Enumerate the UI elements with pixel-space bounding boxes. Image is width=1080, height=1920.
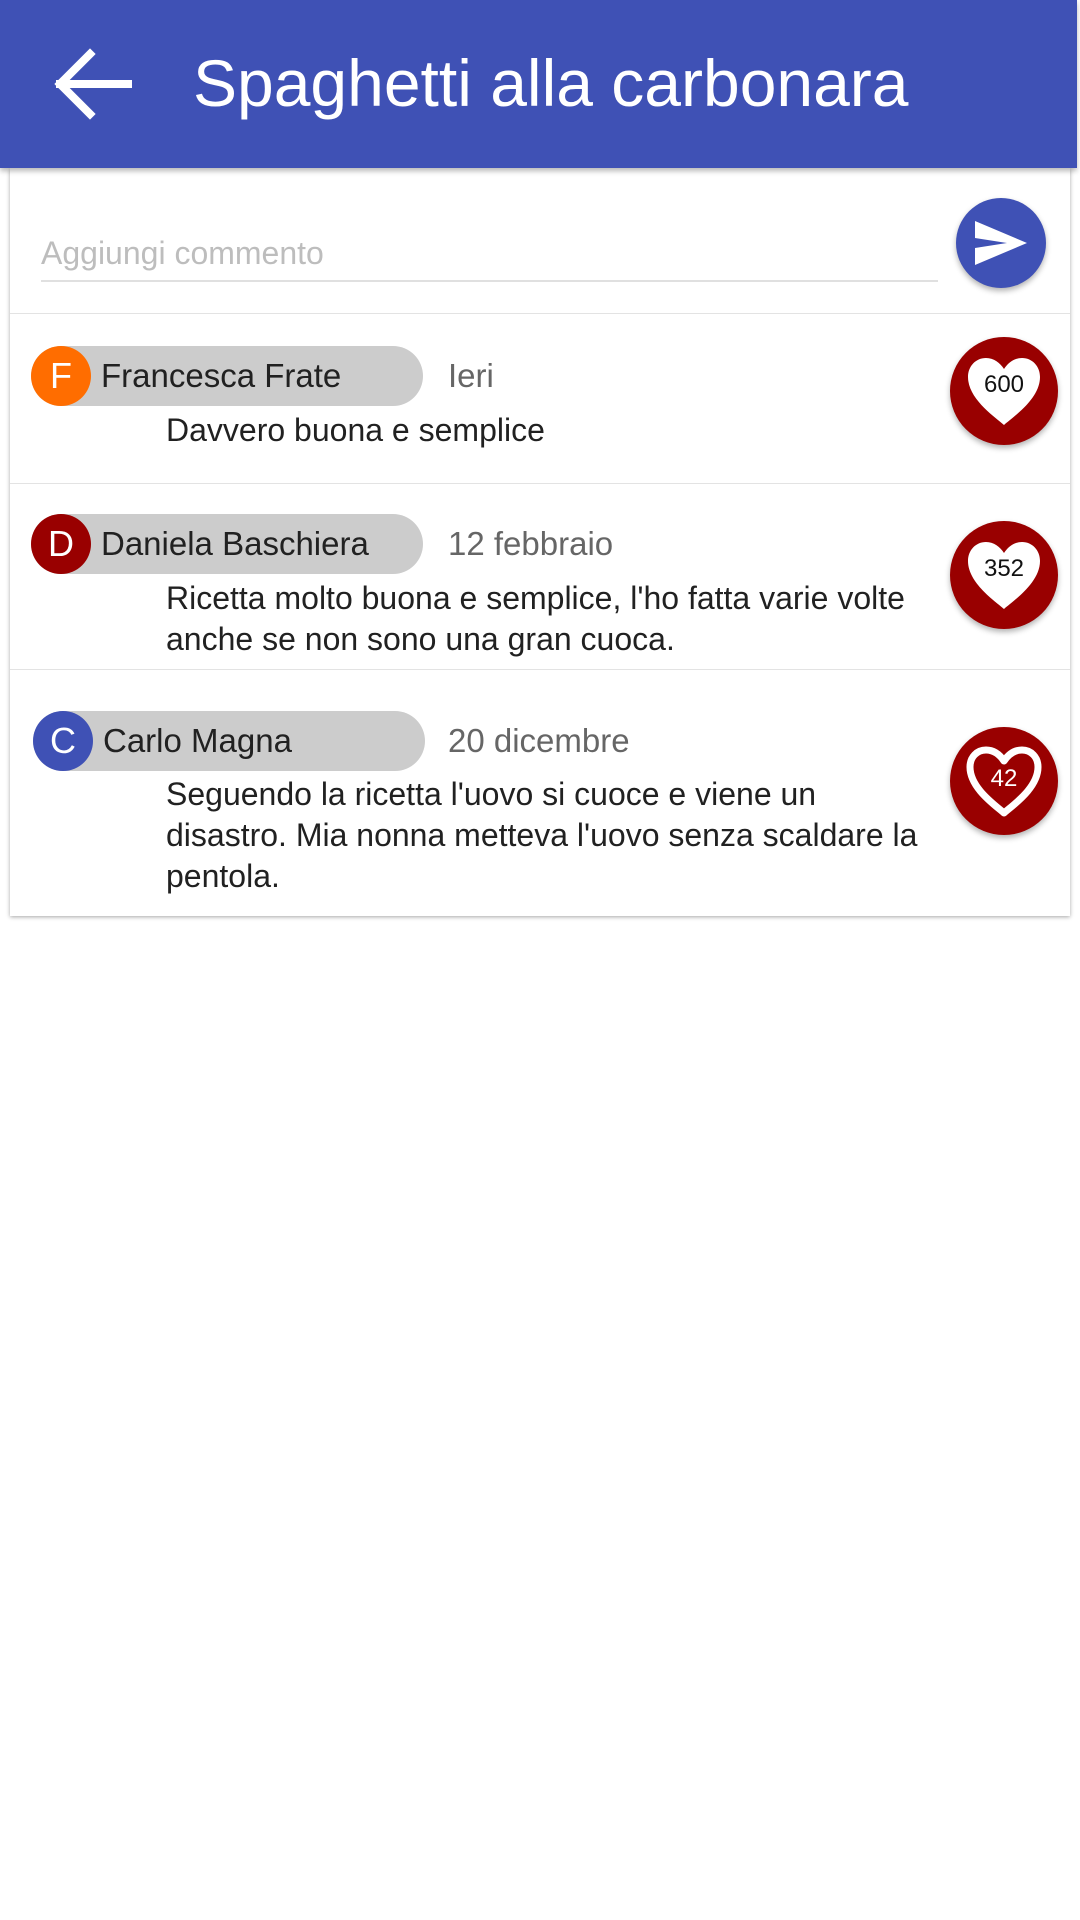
like-button[interactable]: 352 [950,521,1058,629]
comment-text: Seguendo la ricetta l'uovo si cuoce e vi… [166,776,918,894]
avatar-letter: D [48,523,74,564]
avatar: F [31,346,91,406]
like-button[interactable]: 42 [950,727,1058,835]
comment-item: D Daniela Baschiera 12 febbraio Ricetta … [10,484,1070,670]
user-chip[interactable]: C Carlo Magna [33,711,425,771]
like-count: 352 [983,555,1025,582]
user-chip[interactable]: D Daniela Baschiera [31,514,423,574]
comment-item: C Carlo Magna 20 dicembre Seguendo la ri… [10,670,1070,916]
user-name: Carlo Magna [103,722,292,759]
like-button[interactable]: 600 [950,337,1058,445]
avatar-letter: F [50,355,72,396]
comment-input[interactable] [41,226,938,282]
comment-date: 20 dicembre [448,722,630,759]
back-button[interactable] [50,44,134,124]
comment-text: Davvero buona e semplice [166,412,545,448]
comment-composer [10,168,1070,314]
arrow-back-icon [54,48,132,120]
comment-date: 12 febbraio [448,525,614,562]
avatar: D [31,514,91,574]
app-bar: Spaghetti alla carbonara [0,0,1077,168]
user-name: Francesca Frate [101,357,342,394]
user-chip[interactable]: F Francesca Frate [31,346,423,406]
avatar: C [33,711,93,771]
avatar-letter: C [50,720,76,761]
comment-text: Ricetta molto buona e semplice, l'ho fat… [166,580,905,657]
send-button[interactable] [956,198,1046,288]
like-count: 42 [990,765,1018,792]
like-count: 600 [983,371,1025,398]
page-title: Spaghetti alla carbonara [193,46,909,120]
comment-date: Ieri [448,357,494,394]
comments-card: F Francesca Frate Ieri Davvero buona e s… [10,168,1070,916]
send-icon [975,221,1027,265]
comment-item: F Francesca Frate Ieri Davvero buona e s… [10,314,1070,484]
user-name: Daniela Baschiera [101,525,369,562]
